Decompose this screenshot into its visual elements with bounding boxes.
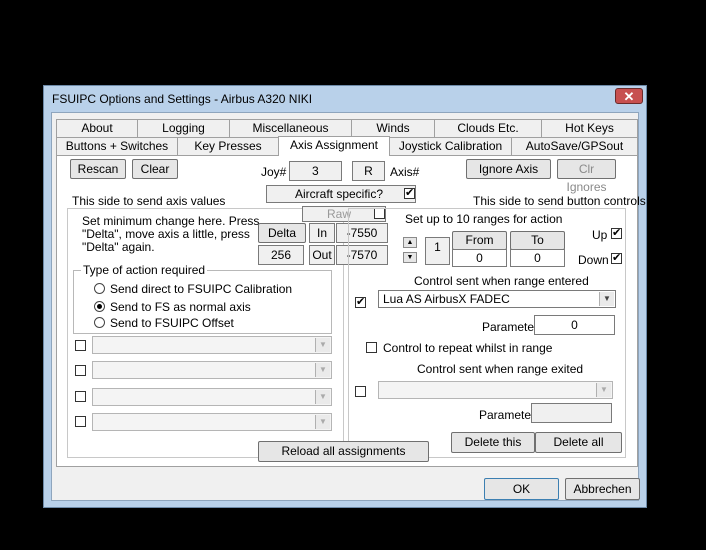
axis-label: Axis# — [390, 165, 420, 179]
offset-combo-2[interactable]: ▼ — [92, 361, 332, 379]
axis-number-field[interactable]: R — [352, 161, 385, 181]
radio-fsuipc-calibration-label: Send direct to FSUIPC Calibration — [110, 282, 293, 296]
rescan-button[interactable]: Rescan — [70, 159, 126, 179]
chevron-down-icon: ▼ — [596, 383, 611, 397]
offset-checkbox-2[interactable] — [75, 365, 86, 376]
tab-key-presses[interactable]: Key Presses — [177, 137, 279, 155]
to-value-field[interactable]: 0 — [510, 249, 565, 267]
radio-selected-dot — [97, 304, 102, 309]
range-exited-label: Control sent when range exited — [417, 362, 584, 376]
radio-fsuipc-offset-label: Send to FSUIPC Offset — [110, 316, 234, 330]
chevron-down-icon: ▼ — [599, 292, 614, 306]
title-bar[interactable]: FSUIPC Options and Settings - Airbus A32… — [44, 86, 646, 112]
tab-clouds[interactable]: Clouds Etc. — [434, 119, 542, 137]
tab-hot-keys[interactable]: Hot Keys — [541, 119, 638, 137]
parameter-field[interactable]: 0 — [534, 315, 615, 335]
tab-buttons-switches[interactable]: Buttons + Switches — [56, 137, 178, 155]
info-line-3: "Delta" again. — [82, 240, 155, 254]
tab-miscellaneous[interactable]: Miscellaneous — [229, 119, 352, 137]
repeat-checkbox[interactable] — [366, 342, 377, 353]
action-type-heading: Type of action required — [81, 263, 208, 277]
offset-checkbox-1[interactable] — [75, 340, 86, 351]
in-label: In — [309, 223, 335, 243]
from-value-field[interactable]: 0 — [452, 249, 507, 267]
down-checkbox[interactable]: ✔ — [611, 253, 622, 264]
aircraft-specific-label: Aircraft specific? — [295, 187, 384, 201]
radio-fs-normal-axis[interactable] — [94, 301, 105, 312]
clr-ignores-button[interactable]: Clr Ignores — [557, 159, 616, 194]
parameter-label: Parameter — [482, 320, 539, 334]
range-exited-checkbox[interactable] — [355, 386, 366, 397]
parameter2-label: Parameter — [479, 408, 536, 422]
close-button[interactable]: ✕ — [615, 88, 643, 104]
parameter2-field[interactable] — [531, 403, 612, 423]
axis-side-heading: This side to send axis values — [72, 194, 226, 208]
down-label: Down — [578, 253, 609, 267]
range-exited-combo[interactable]: ▼ — [378, 381, 613, 399]
to-button[interactable]: To — [510, 231, 565, 250]
range-entered-label: Control sent when range entered — [414, 274, 589, 288]
aircraft-specific-checkbox[interactable]: ✔ — [404, 188, 415, 199]
tab-about[interactable]: About — [56, 119, 138, 137]
repeat-label: Control to repeat whilst in range — [383, 341, 553, 355]
delta-button[interactable]: Delta — [258, 223, 306, 243]
tab-axis-assignment[interactable]: Axis Assignment — [278, 136, 390, 156]
checkmark-icon: ✔ — [612, 227, 622, 239]
info-line-1: Set minimum change here. Press — [82, 214, 260, 228]
offset-combo-1[interactable]: ▼ — [92, 336, 332, 354]
checkmark-icon: ✔ — [612, 252, 622, 264]
range-up-arrow-icon[interactable]: ▲ — [403, 237, 417, 248]
range-entered-checkbox[interactable]: ✔ — [355, 297, 366, 308]
radio-fs-normal-axis-label: Send to FS as normal axis — [110, 300, 251, 314]
checkmark-icon: ✔ — [405, 187, 415, 199]
joy-label: Joy# — [261, 165, 287, 179]
ok-button[interactable]: OK — [484, 478, 559, 500]
range-entered-combo[interactable]: Lua AS AirbusX FADEC ▼ — [378, 290, 616, 308]
delete-all-button[interactable]: Delete all — [535, 432, 622, 453]
delete-this-button[interactable]: Delete this — [451, 432, 535, 453]
delta-value: 256 — [258, 245, 304, 265]
offset-checkbox-4[interactable] — [75, 416, 86, 427]
info-line-2: "Delta", move axis a little, press — [82, 227, 250, 241]
range-entered-control: Lua AS AirbusX FADEC — [383, 292, 510, 306]
offset-combo-4[interactable]: ▼ — [92, 413, 332, 431]
clear-button[interactable]: Clear — [132, 159, 178, 179]
cancel-button[interactable]: Abbrechen — [565, 478, 640, 500]
chevron-down-icon: ▼ — [315, 338, 330, 352]
tab-logging[interactable]: Logging — [137, 119, 230, 137]
range-index-field: 1 — [425, 237, 450, 265]
up-checkbox[interactable]: ✔ — [611, 228, 622, 239]
up-label: Up — [592, 228, 608, 242]
tab-winds[interactable]: Winds — [351, 119, 435, 137]
window-title: FSUIPC Options and Settings - Airbus A32… — [52, 92, 313, 106]
radio-fsuipc-offset[interactable] — [94, 317, 105, 328]
tab-autosave-gpsout[interactable]: AutoSave/GPSout — [511, 137, 638, 155]
offset-combo-3[interactable]: ▼ — [92, 388, 332, 406]
reload-assignments-button[interactable]: Reload all assignments — [258, 441, 429, 462]
out-label: Out — [309, 245, 335, 265]
ignore-axis-button[interactable]: Ignore Axis — [466, 159, 551, 179]
checkmark-icon: ✔ — [356, 296, 366, 308]
chevron-down-icon: ▼ — [315, 415, 330, 429]
joy-number-field[interactable]: 3 — [289, 161, 342, 181]
from-button[interactable]: From — [452, 231, 507, 250]
range-down-arrow-icon[interactable]: ▼ — [403, 252, 417, 263]
radio-fsuipc-calibration[interactable] — [94, 283, 105, 294]
tab-joystick-calibration[interactable]: Joystick Calibration — [389, 137, 512, 155]
offset-checkbox-3[interactable] — [75, 391, 86, 402]
button-side-heading: This side to send button controls — [473, 194, 646, 208]
chevron-down-icon: ▼ — [315, 390, 330, 404]
aircraft-specific-box: Aircraft specific? — [266, 185, 416, 203]
ranges-label: Set up to 10 ranges for action — [405, 212, 563, 226]
chevron-down-icon: ▼ — [315, 363, 330, 377]
